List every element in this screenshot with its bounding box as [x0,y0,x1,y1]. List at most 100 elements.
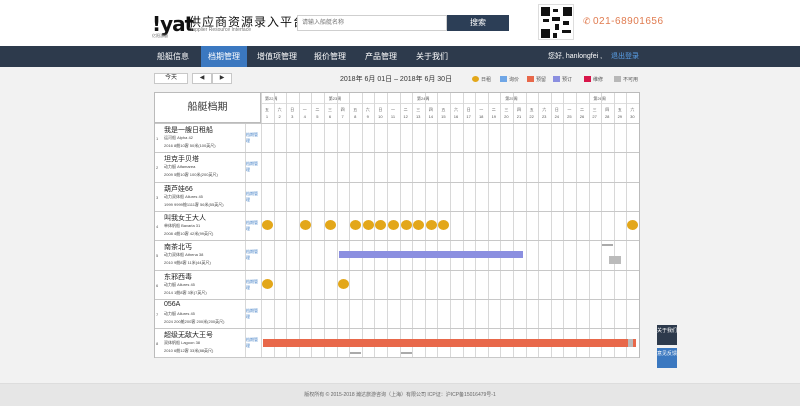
row-divider [155,152,639,154]
qr-code-icon [538,4,574,40]
day-column-line [563,93,565,357]
weekday-label: 六 [630,107,635,112]
day-number: 14 [428,114,434,119]
search-input[interactable] [297,15,447,31]
week-label: 第23周 [328,96,342,101]
schedule-manage-link[interactable]: 档期管理 [246,308,259,320]
legend-swatch-icon [500,76,507,82]
prev-month-button[interactable]: ◀ [192,73,212,84]
site-subtitle: Supplier Resource Interface [189,27,251,33]
schedule-manage-link[interactable]: 档期管理 [246,220,259,232]
day-rental-marker[interactable] [413,219,425,230]
day-column-line [462,93,464,357]
day-number: 17 [466,114,471,119]
weekday-label: 五 [441,107,446,112]
booking-bar[interactable] [338,251,523,259]
weekday-label: 二 [491,107,496,112]
day-number: 23 [541,114,547,119]
weekday-label: 三 [416,107,421,112]
schedule-manage-link[interactable]: 档期管理 [246,132,259,144]
unavailable-block [628,339,634,348]
legend-label: 询价 [509,77,520,83]
day-number: 3 [291,114,294,119]
schedule-manage-link[interactable]: 档期管理 [246,337,259,349]
schedule-manage-link[interactable]: 档期管理 [246,161,259,173]
side-about-button[interactable]: 关于我们 [657,325,677,345]
day-number: 28 [604,114,610,119]
day-number: 20 [504,114,509,119]
day-rental-marker[interactable] [425,219,437,230]
day-rental-marker[interactable] [350,219,362,230]
day-number: 15 [441,114,446,119]
weekday-label: 五 [529,107,534,112]
nav-schedule[interactable]: 档期管理 [201,46,247,67]
week-label: 第22周 [265,96,278,101]
boat-name[interactable]: 葫芦娃66 [164,184,193,194]
boat-name[interactable]: 我是一艘日租船 [164,125,213,135]
week-label: 第24周 [417,96,430,101]
nav-about[interactable]: 关于我们 [409,46,455,67]
nav-addons[interactable]: 增值项管理 [252,46,302,67]
next-month-button[interactable]: ▶ [212,73,232,84]
day-column-line [500,93,502,357]
search-button[interactable]: 搜索 [447,15,509,31]
boat-name[interactable]: 东邪西毒 [164,272,192,282]
today-button[interactable]: 今天 [154,73,188,84]
row-divider [155,210,639,212]
day-column-line [601,93,603,357]
weekday-label: 六 [277,107,282,112]
nav-products[interactable]: 产品管理 [358,46,404,67]
schedule-manage-link[interactable]: 档期管理 [246,279,259,291]
day-column-line [513,93,514,357]
boat-model: 动力双体船 Allures 45 [164,193,203,199]
row-number: 4 [156,223,159,229]
boat-spec: 2010 6舱12客 33米(88英尺) [164,348,214,354]
legend-swatch-icon [527,76,534,82]
side-feedback-button[interactable]: 意见反馈 [657,348,677,368]
schedule-manage-link[interactable]: 档期管理 [246,191,259,203]
weekday-label: 五 [353,107,358,112]
legend-swatch-icon [584,76,591,82]
nav-quotes[interactable]: 报价管理 [307,46,353,67]
boat-name[interactable]: 超级无敌大王号 [164,330,213,340]
day-rental-marker[interactable] [400,219,412,230]
day-number: 1 [265,114,269,119]
booking-bar[interactable] [263,339,636,348]
day-rental-marker[interactable] [325,219,336,230]
board-title: 船艇档期 [155,93,261,123]
boat-name[interactable]: 056A [164,301,180,308]
weekday-label: 二 [403,107,408,112]
day-number: 11 [390,114,396,119]
day-number: 4 [303,114,306,119]
unavailable-marker [350,352,362,355]
weekday-label: 三 [592,107,597,112]
day-rental-marker[interactable] [375,219,387,230]
day-rental-marker[interactable] [388,219,399,230]
boat-model: 动力艇 Allures 45 [164,310,195,316]
day-rental-marker[interactable] [262,278,273,289]
day-rental-marker[interactable] [362,219,374,230]
boat-name[interactable]: 叫我女王大人 [164,213,206,223]
boat-name[interactable]: 南茶北丐 [164,242,192,252]
day-rental-marker[interactable] [299,219,311,230]
day-rental-marker[interactable] [337,278,349,289]
legend-label: 预订 [562,77,573,83]
row-divider [155,240,639,242]
day-number: 29 [617,114,623,119]
row-divider [155,269,639,271]
day-column-line [613,93,615,357]
weekday-label: 四 [340,107,345,112]
phone-icon: ✆ [583,16,591,26]
day-rental-marker[interactable] [627,219,639,230]
schedule-manage-link[interactable]: 档期管理 [246,249,259,261]
day-column-line [525,93,527,357]
logout-link[interactable]: 退出登录 [611,46,639,67]
boat-name[interactable]: 坦克手贝塔 [164,154,199,164]
day-number: 27 [592,114,597,119]
day-number: 26 [579,114,585,119]
legend-label: 日租 [481,77,492,83]
day-rental-marker[interactable] [262,219,273,230]
nav-boat-info[interactable]: 船艇信息 [150,46,196,67]
day-rental-marker[interactable] [438,219,450,230]
boat-model: 运河船 Alpha 42 [164,135,193,140]
